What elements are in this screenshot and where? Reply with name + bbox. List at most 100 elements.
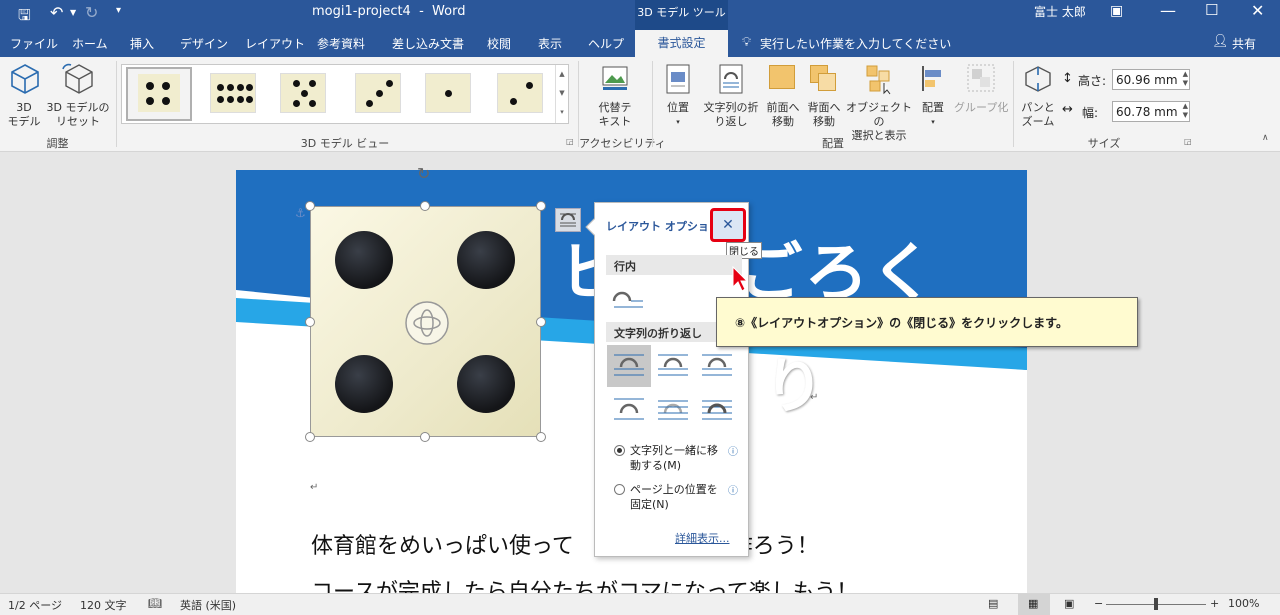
reset-3d-model-button[interactable]: 3D モデルの リセット bbox=[46, 61, 110, 131]
ribbon: 3D モデル 3D モデルの リセット 調整 ▲ ▼ ▾ 3D モデル ビュー … bbox=[0, 57, 1280, 152]
tab-design[interactable]: デザイン bbox=[180, 35, 228, 52]
view-thumb-6[interactable] bbox=[497, 73, 543, 113]
info-icon[interactable]: ⓘ bbox=[728, 443, 738, 458]
share-icon[interactable]: 👤︎ bbox=[1212, 34, 1229, 49]
language[interactable]: 英語 (米国) bbox=[180, 597, 236, 613]
share-button[interactable]: 共有 bbox=[1232, 35, 1256, 52]
wrap-text-button[interactable]: 文字列の折 り返し bbox=[700, 61, 762, 131]
height-value: 60.96 mm bbox=[1116, 73, 1178, 87]
height-label: 高さ: bbox=[1078, 74, 1107, 88]
tab-layout[interactable]: レイアウト bbox=[245, 35, 305, 52]
resize-handle[interactable] bbox=[420, 432, 430, 442]
selection-pane-icon bbox=[866, 65, 891, 95]
position-icon bbox=[666, 64, 690, 94]
bring-forward-label: 前面へ 移動 bbox=[766, 101, 800, 128]
move-with-text-label[interactable]: 文字列と一緒に移 動する(M) bbox=[630, 443, 718, 473]
popup-close-button[interactable]: ✕ bbox=[710, 208, 746, 242]
read-mode-icon[interactable]: ▤ bbox=[988, 597, 998, 610]
tab-review[interactable]: 校閲 bbox=[487, 35, 511, 52]
wrap-in-front-icon[interactable] bbox=[700, 393, 734, 425]
redo-icon[interactable]: ↻ bbox=[85, 3, 98, 22]
tell-me-box[interactable]: 実行したい作業を入力してください bbox=[760, 35, 951, 52]
height-input[interactable]: 60.96 mm ▲ ▼ bbox=[1112, 69, 1190, 90]
3d-dice-model[interactable] bbox=[310, 206, 541, 437]
tab-insert[interactable]: 挿入 bbox=[130, 35, 154, 52]
zoom-slider-thumb[interactable] bbox=[1154, 598, 1158, 610]
resize-handle[interactable] bbox=[305, 201, 315, 211]
pan-zoom-button[interactable]: パンと ズーム bbox=[1018, 61, 1058, 131]
tab-references[interactable]: 参考資料 bbox=[317, 35, 365, 52]
align-button[interactable]: 配置 ▾ bbox=[916, 61, 950, 131]
zoom-out-icon[interactable]: − bbox=[1094, 597, 1103, 610]
tab-mailings[interactable]: 差し込み文書 bbox=[392, 35, 464, 52]
tab-home[interactable]: ホーム bbox=[72, 35, 108, 52]
user-name[interactable]: 富士 太郎 bbox=[1034, 3, 1086, 20]
maximize-icon[interactable]: ☐ bbox=[1205, 1, 1218, 19]
size-dialog-launcher-icon[interactable]: ◲ bbox=[1184, 137, 1192, 146]
info-icon[interactable]: ⓘ bbox=[728, 482, 738, 497]
bring-forward-button[interactable]: 前面へ 移動 bbox=[764, 61, 802, 131]
position-button[interactable]: 位置 ▾ bbox=[660, 61, 696, 131]
collapse-ribbon-icon[interactable]: ∧ bbox=[1262, 133, 1269, 143]
fix-position-label[interactable]: ページ上の位置を 固定(N) bbox=[630, 482, 718, 512]
width-spinner[interactable]: ▲ ▼ bbox=[1183, 102, 1188, 120]
view-thumb-3[interactable] bbox=[280, 73, 326, 113]
web-layout-icon[interactable]: ▣ bbox=[1064, 597, 1074, 610]
3d-models-button[interactable]: 3D モデル bbox=[4, 61, 44, 131]
selection-pane-button[interactable]: オブジェクトの 選択と表示 bbox=[846, 61, 912, 142]
resize-handle[interactable] bbox=[305, 317, 315, 327]
word-count[interactable]: 120 文字 bbox=[80, 597, 127, 613]
move-with-text-radio[interactable] bbox=[614, 445, 625, 456]
resize-handle[interactable] bbox=[536, 317, 546, 327]
wrap-behind-text-icon[interactable] bbox=[656, 393, 690, 425]
minimize-icon[interactable]: — bbox=[1160, 1, 1176, 20]
undo-icon[interactable]: ↶ bbox=[50, 3, 63, 22]
close-window-icon[interactable]: ✕ bbox=[1251, 1, 1264, 20]
arrange-group-label: 配置 bbox=[822, 137, 844, 150]
layout-options-button[interactable] bbox=[555, 208, 581, 232]
tab-help[interactable]: ヘルプ bbox=[588, 35, 624, 52]
zoom-level[interactable]: 100% bbox=[1228, 597, 1259, 610]
send-backward-button[interactable]: 背面へ 移動 bbox=[805, 61, 843, 131]
resize-handle[interactable] bbox=[536, 201, 546, 211]
resize-handle[interactable] bbox=[305, 432, 315, 442]
resize-handle[interactable] bbox=[536, 432, 546, 442]
dice-pip bbox=[335, 355, 393, 413]
position-label: 位置 bbox=[667, 101, 689, 114]
view-thumb-5[interactable] bbox=[425, 73, 471, 113]
document-title: mogi1-project4 - Word bbox=[312, 4, 466, 19]
see-more-link[interactable]: 詳細表示... bbox=[675, 530, 730, 546]
view-thumb-1[interactable] bbox=[126, 67, 192, 121]
tab-file[interactable]: ファイル bbox=[10, 35, 58, 52]
inline-with-text-icon[interactable] bbox=[611, 283, 645, 315]
group-button[interactable]: グループ化 bbox=[954, 61, 1008, 131]
wrap-tight-icon[interactable] bbox=[656, 349, 690, 381]
resize-handle[interactable] bbox=[420, 201, 430, 211]
rotate-handle-icon[interactable]: ↻ bbox=[417, 164, 430, 183]
tab-format[interactable]: 書式設定 bbox=[635, 30, 728, 57]
wrap-through-icon[interactable] bbox=[700, 349, 734, 381]
page-count[interactable]: 1/2 ページ bbox=[8, 597, 62, 613]
tab-view[interactable]: 表示 bbox=[538, 35, 562, 52]
gallery-scroll[interactable]: ▲ ▼ ▾ bbox=[555, 65, 568, 123]
dropdown-icon: ▾ bbox=[931, 118, 935, 126]
wrap-top-bottom-icon[interactable] bbox=[612, 393, 646, 425]
width-input[interactable]: 60.78 mm ▲ ▼ bbox=[1112, 101, 1190, 122]
view-thumb-4[interactable] bbox=[355, 73, 401, 113]
fix-position-radio[interactable] bbox=[614, 484, 625, 495]
undo-dropdown-icon[interactable]: ▼ bbox=[70, 8, 76, 17]
ribbon-display-icon[interactable]: ▣ bbox=[1110, 3, 1123, 19]
alt-text-button[interactable]: 代替テ キスト bbox=[590, 61, 640, 131]
view-thumb-2[interactable] bbox=[210, 73, 256, 113]
zoom-in-icon[interactable]: + bbox=[1210, 597, 1219, 610]
customize-qat-icon[interactable]: ▾ bbox=[116, 5, 121, 16]
save-icon[interactable]: 🖫 bbox=[18, 5, 31, 30]
alt-text-icon bbox=[602, 66, 628, 90]
close-icon: ✕ bbox=[722, 217, 734, 233]
print-layout-button[interactable]: ▦ bbox=[1018, 594, 1050, 615]
dialog-launcher-icon[interactable]: ◲ bbox=[566, 137, 574, 146]
ribbon-tabs: ファイル ホーム 挿入 デザイン レイアウト 参考資料 差し込み文書 校閲 表示… bbox=[0, 30, 1280, 57]
height-spinner[interactable]: ▲ ▼ bbox=[1183, 70, 1188, 88]
proofing-icon[interactable]: 📖︎ bbox=[148, 597, 162, 610]
3d-rotate-icon[interactable] bbox=[403, 299, 451, 347]
